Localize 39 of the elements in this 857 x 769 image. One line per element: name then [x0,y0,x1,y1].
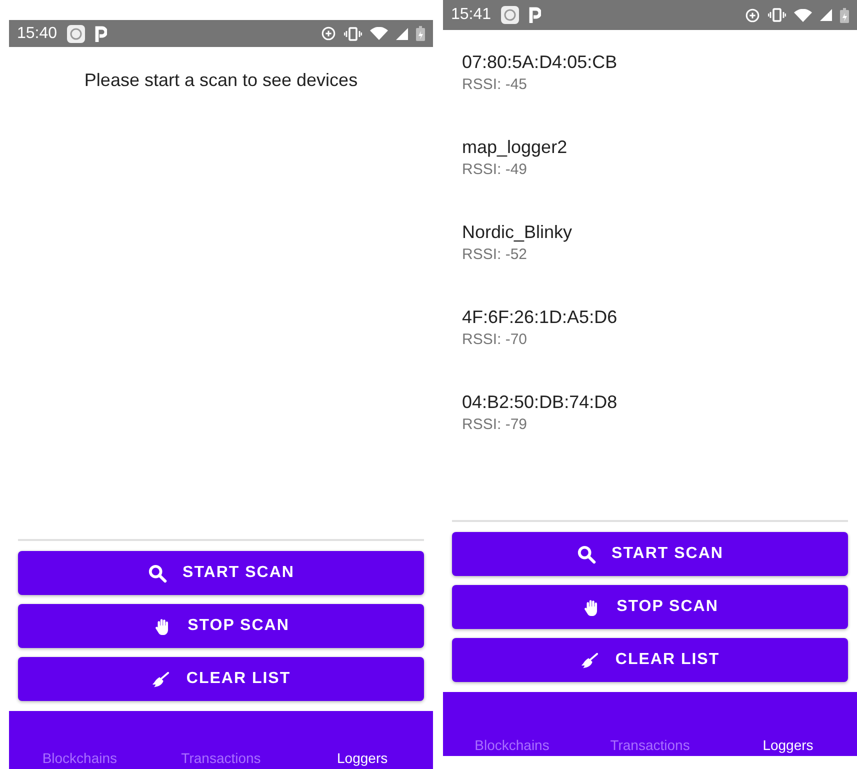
wifi-icon [370,27,388,40]
device-rssi: RSSI: -45 [462,76,528,93]
device-name[interactable]: 07:80:5A:D4:05:CB [462,52,618,73]
start-scan-button[interactable]: START SCAN [452,532,848,576]
status-time: 15:41 [451,6,492,24]
clear-list-button[interactable]: CLEAR LIST [452,638,848,682]
device-name[interactable]: 4F:6F:26:1D:A5:D6 [462,307,618,328]
nav-tab[interactable]: Loggers [719,737,857,756]
wifi-icon [794,8,812,22]
nav-tab[interactable]: Loggers [292,750,433,769]
signal-icon [396,28,408,40]
empty-message: Please start a scan to see devices [83,70,359,91]
stop-scan-button[interactable]: STOP SCAN [18,604,424,648]
device-rssi: RSSI: -70 [462,331,528,348]
clear-list-button[interactable]: CLEAR LIST [18,657,424,701]
parking-icon [529,7,542,23]
device-rssi: RSSI: -49 [462,161,528,178]
data-saver-icon [745,8,760,22]
device-name[interactable]: 04:B2:50:DB:74:D8 [462,392,618,413]
battery-icon [840,8,849,22]
app-icon [67,24,86,42]
app-icon [501,6,520,24]
start-scan-button[interactable]: START SCAN [18,551,424,595]
vibrate-icon [344,26,362,40]
broom-icon [151,670,170,688]
status-time: 15:40 [17,24,58,42]
device-rssi: RSSI: -79 [462,416,528,433]
device-name[interactable]: Nordic_Blinky [462,222,572,243]
parking-icon [95,26,108,42]
broom-icon [580,650,600,670]
search-icon [576,544,596,564]
data-saver-icon [321,26,336,41]
stop-scan-button[interactable]: STOP SCAN [452,585,848,629]
vibrate-icon [768,8,786,22]
search-icon [148,564,167,582]
battery-icon [416,26,425,41]
signal-icon [820,9,832,21]
device-rssi: RSSI: -52 [462,246,528,263]
device-name[interactable]: map_logger2 [462,137,568,158]
